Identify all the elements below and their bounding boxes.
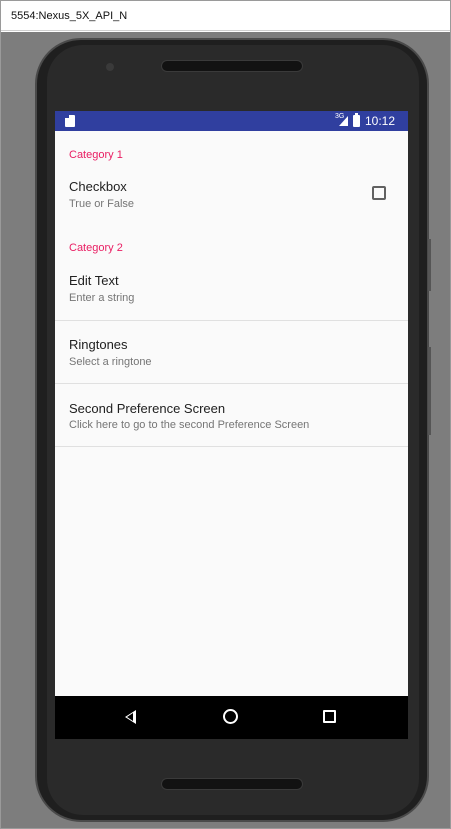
- category-2-header: Category 2: [69, 242, 123, 254]
- power-button[interactable]: [428, 347, 431, 435]
- top-speaker: [161, 60, 303, 72]
- emulator-window: 5554:Nexus_5X_API_N 3G 10:12 Category 1 …: [0, 0, 451, 829]
- battery-icon: [353, 113, 360, 127]
- home-icon[interactable]: [223, 709, 238, 724]
- category-1-header: Category 1: [69, 149, 123, 161]
- ringtones-preference[interactable]: Ringtones Select a ringtone: [55, 321, 408, 383]
- ringtones-title: Ringtones: [69, 337, 128, 352]
- edit-text-summary: Enter a string: [69, 292, 135, 304]
- checkbox-summary: True or False: [69, 198, 135, 210]
- second-screen-summary: Click here to go to the second Preferenc…: [69, 419, 310, 431]
- edit-text-title: Edit Text: [69, 273, 119, 288]
- status-time: 10:12: [365, 114, 396, 128]
- signal-icon: [339, 116, 348, 126]
- window-title: 5554:Nexus_5X_API_N: [11, 10, 128, 22]
- second-screen-title: Second Preference Screen: [69, 401, 226, 416]
- window-titlebar[interactable]: 5554:Nexus_5X_API_N: [1, 1, 450, 31]
- checkbox-title: Checkbox: [69, 179, 127, 194]
- front-camera-icon: [106, 63, 114, 71]
- navigation-bar: [55, 696, 408, 739]
- ringtones-summary: Select a ringtone: [69, 356, 152, 368]
- sd-card-icon: [65, 115, 75, 127]
- volume-button[interactable]: [428, 239, 431, 291]
- device-screen: 3G 10:12 Category 1 Checkbox True or Fal…: [55, 111, 408, 739]
- checkbox-toggle[interactable]: [372, 186, 386, 200]
- recents-icon[interactable]: [323, 710, 336, 723]
- second-preference-screen-item[interactable]: Second Preference Screen Click here to g…: [55, 384, 408, 446]
- divider: [55, 446, 408, 447]
- status-bar: 3G 10:12: [55, 111, 408, 131]
- checkbox-preference[interactable]: Checkbox True or False: [55, 171, 408, 215]
- back-icon[interactable]: [125, 710, 136, 724]
- bottom-speaker: [161, 778, 303, 790]
- edit-text-preference[interactable]: Edit Text Enter a string: [55, 263, 408, 320]
